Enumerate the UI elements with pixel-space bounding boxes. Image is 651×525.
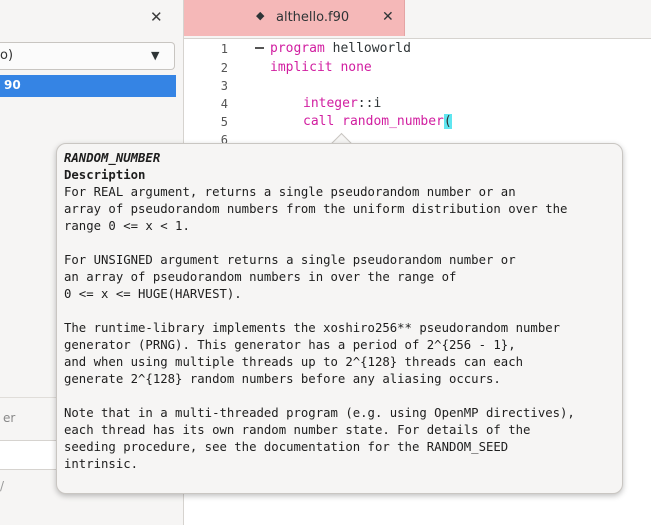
tab-label: althello.f90 (276, 10, 350, 25)
panel-close-icon[interactable]: ✕ (150, 8, 163, 26)
tab-althello[interactable]: ◆ althello.f90 ✕ (184, 0, 405, 36)
close-icon[interactable]: ✕ (382, 9, 394, 25)
combo-value: o) (0, 48, 14, 63)
list-item-label: 90 (4, 78, 21, 92)
line-number: 2 (220, 61, 228, 75)
keyword: integer (303, 96, 358, 111)
code-text: helloworld (324, 41, 411, 56)
tooltip-line: For UNSIGNED argument returns a single p… (64, 253, 516, 267)
tooltip-line: generator (PRNG). This generator has a p… (64, 338, 516, 352)
line-number: 3 (220, 79, 228, 93)
tooltip-line: The runtime-library implements the xoshi… (64, 321, 561, 335)
symbol-combo[interactable]: o) ▼ (0, 42, 175, 70)
tooltip-line: intrinsic. (64, 457, 139, 471)
tab-bar: ◆ althello.f90 ✕ (184, 0, 651, 39)
list-item-selected[interactable]: 90 (0, 75, 176, 97)
tooltip-line: range 0 <= x < 1. (64, 219, 190, 233)
tooltip-line: generate 2^{128} random numbers before a… (64, 372, 501, 386)
line-number: 4 (220, 97, 228, 111)
modified-indicator-icon: ◆ (256, 9, 265, 22)
matching-paren: ( (443, 114, 452, 129)
line-number: 1 (220, 42, 228, 56)
tooltip-line: array of pseudorandom numbers from the u… (64, 202, 568, 216)
tooltip-heading: Description (64, 168, 146, 182)
tooltip-title: RANDOM_NUMBER (64, 151, 161, 165)
code-text: ::i (357, 96, 382, 111)
bottom-field-text: / (0, 479, 5, 493)
fold-toggle-icon[interactable] (255, 47, 264, 49)
line-number: 5 (220, 115, 228, 129)
bottom-panel-label: er (3, 411, 16, 425)
tooltip-line: 0 <= x <= HUGE(HARVEST). (64, 287, 242, 301)
code-line-4: integer::i (303, 96, 381, 111)
tooltip-line: and when using multiple threads up to 2^… (64, 355, 524, 369)
code-line-2: implicit none (270, 60, 372, 75)
tooltip-line: For REAL argument, returns a single pseu… (64, 185, 516, 199)
code-line-5: call random_number( (303, 114, 452, 129)
chevron-down-icon: ▼ (151, 49, 160, 62)
tooltip-line: Note that in a multi-threaded program (e… (64, 406, 575, 420)
code-line-1: program helloworld (270, 41, 411, 56)
keyword: program (270, 41, 325, 56)
tooltip-line: seeding procedure, see the documentation… (64, 440, 509, 454)
keyword: implicit none (270, 60, 372, 75)
tooltip-line: an array of pseudorandom numbers in over… (64, 270, 457, 284)
keyword: call random_number (303, 114, 444, 129)
tooltip-line: each thread has its own random number st… (64, 423, 531, 437)
